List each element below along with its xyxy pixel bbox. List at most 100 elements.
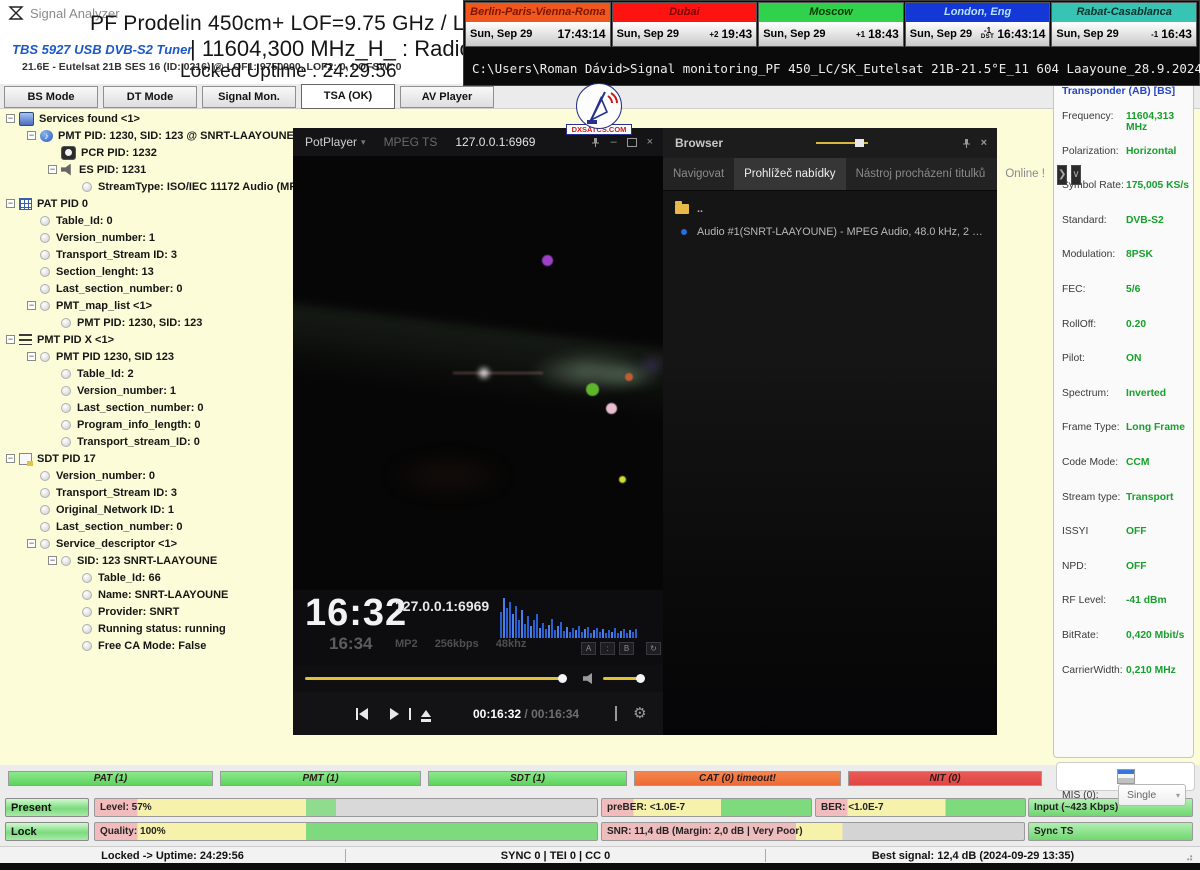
tree-row[interactable]: Name: SNRT-LAAYOUNE: [6, 586, 290, 603]
mode-tab[interactable]: DT Mode: [103, 86, 197, 108]
tree-row[interactable]: Last_section_number: 0: [6, 518, 290, 535]
transponder-param-row: Standard: DVB-S2: [1062, 215, 1189, 250]
pin-icon[interactable]: [591, 137, 600, 148]
tree-row[interactable]: PMT PID X <1>: [6, 331, 290, 348]
tree-row[interactable]: PMT PID 1230, SID 123: [6, 348, 290, 365]
tree-row[interactable]: SDT PID 17: [6, 450, 290, 467]
tree-row[interactable]: Table_Id: 2: [6, 365, 290, 382]
tree-row[interactable]: PAT PID 0: [6, 195, 290, 212]
transponder-param-row: RF Level: -41 dBm: [1062, 595, 1189, 630]
bullet-icon: [61, 318, 71, 328]
volume-knob[interactable]: [636, 674, 645, 683]
terminal-window[interactable]: Berlin-Paris-Vienna-Roma Sun, Sep 29 17:…: [463, 0, 1200, 86]
tree-row[interactable]: Running status: running: [6, 620, 290, 637]
ab-repeat-b-button[interactable]: B: [619, 642, 634, 655]
eject-button[interactable]: [421, 710, 431, 717]
transponder-param-row: Spectrum: Inverted: [1062, 388, 1189, 423]
tree-row[interactable]: Service_descriptor <1>: [6, 535, 290, 552]
tree-row[interactable]: PMT_map_list <1>: [6, 297, 290, 314]
clock-city-label: Rabat-Casablanca: [1052, 3, 1196, 22]
close-icon[interactable]: ×: [647, 137, 653, 148]
tree-row[interactable]: Section_lenght: 13: [6, 263, 290, 280]
tree-row[interactable]: Last_section_number: 0: [6, 399, 290, 416]
tree-row[interactable]: Provider: SNRT: [6, 603, 290, 620]
maximize-icon[interactable]: [627, 138, 637, 147]
browser-opacity-slider[interactable]: [816, 142, 868, 144]
browser-audio-item-row[interactable]: Audio #1(SNRT-LAAYOUNE) - MPEG Audio, 48…: [663, 221, 997, 243]
param-value: 8PSK: [1126, 249, 1189, 260]
seek-bar[interactable]: [305, 677, 565, 680]
tree-collapse-toggle[interactable]: [6, 335, 15, 344]
mis-dropdown[interactable]: Single ▾: [1118, 784, 1186, 806]
pid-table-bars: PAT (1) PMT (1) SDT (1) CAT (0) timeout!…: [8, 771, 1042, 786]
seek-knob[interactable]: [558, 674, 567, 683]
tree-row[interactable]: PMT PID: 1230, SID: 123 @ SNRT-LAAYOUNE …: [6, 127, 290, 144]
tree-row[interactable]: StreamType: ISO/IEC 11172 Audio (MPEG-1)…: [6, 178, 290, 195]
browser-tab[interactable]: Online !: [995, 158, 1055, 190]
tree-collapse-toggle[interactable]: [27, 352, 36, 361]
tree-row[interactable]: Version_number: 0: [6, 467, 290, 484]
speaker-icon[interactable]: [583, 673, 595, 684]
chevron-right-icon[interactable]: ❯: [1057, 165, 1067, 185]
tree-collapse-toggle[interactable]: [6, 199, 15, 208]
ab-repeat-a-button[interactable]: A: [581, 642, 596, 655]
potplayer-menu[interactable]: PotPlayer: [305, 135, 357, 149]
tree-collapse-toggle[interactable]: [6, 454, 15, 463]
video-area[interactable]: [293, 156, 663, 590]
gear-icon[interactable]: ⚙: [633, 706, 646, 721]
volume-slider[interactable]: [603, 677, 641, 680]
world-clock: Dubai Sun, Sep 29 +2 19:43: [612, 2, 758, 47]
tree-row[interactable]: PCR PID: 1232: [6, 144, 290, 161]
previous-button[interactable]: [359, 708, 368, 720]
mode-tab[interactable]: BS Mode: [4, 86, 98, 108]
time-current: 00:16:32: [473, 707, 521, 721]
loop-icon[interactable]: ↻: [646, 642, 661, 655]
tree-row[interactable]: Transport_Stream ID: 3: [6, 246, 290, 263]
close-icon[interactable]: ×: [981, 138, 987, 149]
tree-row[interactable]: Transport_stream_ID: 0: [6, 433, 290, 450]
bullet-icon: [40, 539, 50, 549]
tree-collapse-toggle[interactable]: [48, 556, 57, 565]
pin-icon[interactable]: [962, 138, 971, 149]
tree-row[interactable]: ES PID: 1231: [6, 161, 290, 178]
video-flare: [479, 368, 489, 378]
tree-node-label: PMT PID: 1230, SID: 123: [77, 317, 202, 329]
tree-row[interactable]: Version_number: 1: [6, 382, 290, 399]
tree-row[interactable]: Last_section_number: 0: [6, 280, 290, 297]
mode-tab[interactable]: Signal Mon.: [202, 86, 296, 108]
ab-repeat-mid-icon[interactable]: :: [600, 642, 615, 655]
browser-tab[interactable]: Nástroj procházení titulků: [846, 158, 996, 190]
mode-tab[interactable]: AV Player: [400, 86, 494, 108]
spectrum-bar: [569, 632, 571, 638]
tree-row[interactable]: Version_number: 1: [6, 229, 290, 246]
tree-row[interactable]: SID: 123 SNRT-LAAYOUNE: [6, 552, 290, 569]
tree-row[interactable]: PMT PID: 1230, SID: 123: [6, 314, 290, 331]
tree-collapse-toggle[interactable]: [27, 301, 36, 310]
status-uptime: Locked -> Uptime: 24:29:56: [0, 847, 345, 864]
browser-tab[interactable]: Navigovat: [663, 158, 734, 190]
spectrum-bar: [557, 626, 559, 638]
resize-grip[interactable]: ⣠: [1186, 850, 1198, 862]
tree-collapse-toggle[interactable]: [27, 131, 36, 140]
chevron-down-icon[interactable]: ∨: [1071, 165, 1080, 185]
next-button[interactable]: [390, 708, 399, 720]
tree-row[interactable]: Transport_Stream ID: 3: [6, 484, 290, 501]
spectrum-bar: [608, 630, 610, 638]
mode-tab[interactable]: TSA (OK): [301, 84, 395, 109]
quality-bar: Quality: 100%: [94, 822, 598, 841]
tree-row[interactable]: Original_Network ID: 1: [6, 501, 290, 518]
tree-collapse-toggle[interactable]: [48, 165, 57, 174]
minimize-icon[interactable]: –: [610, 137, 616, 148]
tree-row[interactable]: Table_Id: 66: [6, 569, 290, 586]
tree-collapse-toggle[interactable]: [6, 114, 15, 123]
tree-row[interactable]: Table_Id: 0: [6, 212, 290, 229]
browser-tab[interactable]: Prohlížeč nabídky: [734, 158, 845, 190]
tree-row[interactable]: Services found <1>: [6, 110, 290, 127]
tree-row[interactable]: Program_info_length: 0: [6, 416, 290, 433]
browser-titlebar[interactable]: Browser ×: [663, 128, 997, 158]
status-bar: Locked -> Uptime: 24:29:56 SYNC 0 | TEI …: [0, 846, 1200, 864]
browser-up-folder-row[interactable]: ..: [663, 197, 997, 221]
tree-collapse-toggle[interactable]: [27, 539, 36, 548]
tree-row[interactable]: Free CA Mode: False: [6, 637, 290, 654]
playlist-icon[interactable]: [615, 706, 617, 721]
